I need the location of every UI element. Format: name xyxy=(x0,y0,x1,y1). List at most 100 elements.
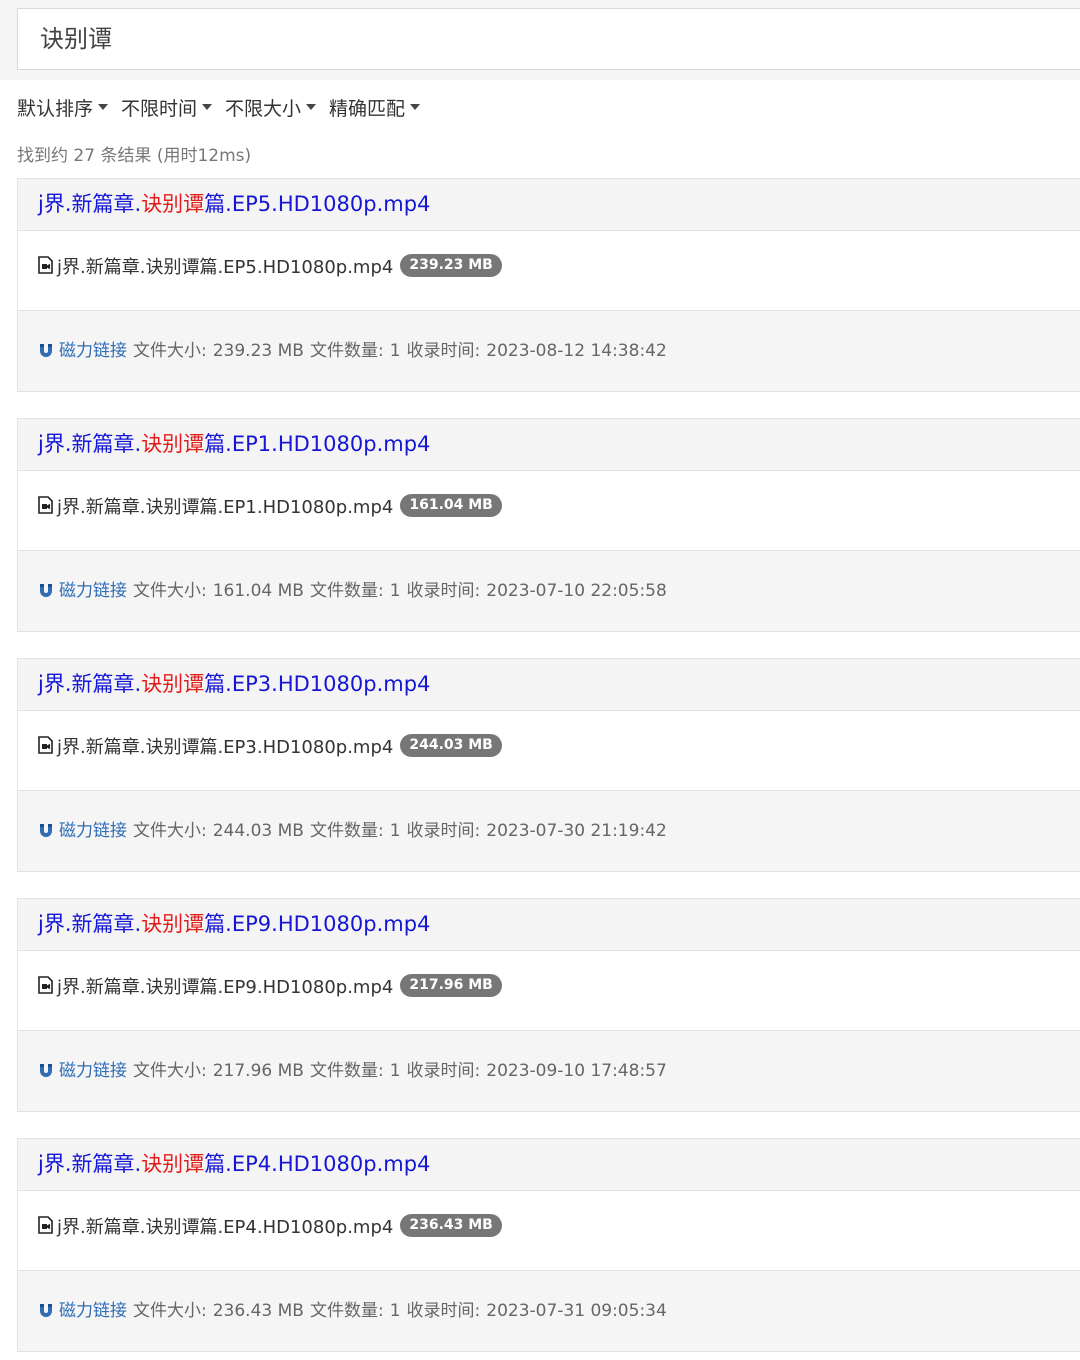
count-value: 1 xyxy=(389,1061,401,1081)
magnet-icon xyxy=(40,344,52,357)
size-badge: 236.43 MB xyxy=(400,1214,502,1237)
size-value: 236.43 MB xyxy=(212,1301,304,1321)
result-header: j界.新篇章.诀别谭篇.EP1.HD1080p.mp4 xyxy=(18,419,1080,471)
title-suffix: 篇.EP9.HD1080p.mp4 xyxy=(204,912,431,936)
magnet-link[interactable]: 磁力链接 xyxy=(59,310,127,392)
result-item: j界.新篇章.诀别谭篇.EP5.HD1080p.mp4 j界.新篇章.诀别谭篇.E… xyxy=(17,178,1080,392)
magnet-link[interactable]: 磁力链接 xyxy=(59,550,127,632)
size-badge: 217.96 MB xyxy=(400,974,502,997)
count-value: 1 xyxy=(389,341,401,361)
match-dropdown[interactable]: 精确匹配 xyxy=(329,92,421,122)
time-label: 收录时间: xyxy=(406,1301,481,1321)
caret-down-icon xyxy=(98,104,109,110)
time-label: 收录时间: xyxy=(406,341,481,361)
magnet-link[interactable]: 磁力链接 xyxy=(59,1270,127,1352)
result-header: j界.新篇章.诀别谭篇.EP4.HD1080p.mp4 xyxy=(18,1139,1080,1191)
title-prefix: j界.新篇章. xyxy=(38,432,142,456)
title-suffix: 篇.EP1.HD1080p.mp4 xyxy=(204,432,431,456)
search-input[interactable]: 诀别谭 xyxy=(17,8,1080,70)
result-item: j界.新篇章.诀别谭篇.EP3.HD1080p.mp4 j界.新篇章.诀别谭篇.E… xyxy=(17,658,1080,872)
sort-dropdown[interactable]: 默认排序 xyxy=(17,92,109,122)
search-bar: 诀别谭 xyxy=(0,0,1080,80)
time-value: 2023-07-10 22:05:58 xyxy=(486,581,667,601)
size-badge: 161.04 MB xyxy=(400,494,502,517)
title-highlight: 诀别谭 xyxy=(141,912,205,936)
time-label: 收录时间: xyxy=(406,581,481,601)
result-title-link[interactable]: j界.新篇章.诀别谭篇.EP5.HD1080p.mp4 xyxy=(38,192,430,216)
count-label: 文件数量: xyxy=(309,1301,384,1321)
time-value: 2023-07-31 09:05:34 xyxy=(486,1301,667,1321)
title-highlight: 诀别谭 xyxy=(141,672,205,696)
size-label: 文件大小: xyxy=(133,341,207,361)
filter-label: 不限时间 xyxy=(121,97,198,120)
time-dropdown[interactable]: 不限时间 xyxy=(121,92,213,122)
caret-down-icon xyxy=(202,104,213,110)
magnet-link[interactable]: 磁力链接 xyxy=(59,1030,127,1112)
count-label: 文件数量: xyxy=(309,341,384,361)
title-prefix: j界.新篇章. xyxy=(38,912,142,936)
result-title-link[interactable]: j界.新篇章.诀别谭篇.EP3.HD1080p.mp4 xyxy=(38,672,430,696)
size-label: 文件大小: xyxy=(133,1301,207,1321)
file-name: j界.新篇章.诀别谭篇.EP4.HD1080p.mp4 xyxy=(57,1217,394,1238)
result-meta: 磁力链接 文件大小: 161.04 MB 文件数量: 1 收录时间: 2023-07-10 … xyxy=(18,551,1080,631)
count-label: 文件数量: xyxy=(309,1061,384,1081)
size-dropdown[interactable]: 不限大小 xyxy=(225,92,317,122)
size-label: 文件大小: xyxy=(133,581,207,601)
title-suffix: 篇.EP4.HD1080p.mp4 xyxy=(204,1152,431,1176)
result-item: j界.新篇章.诀别谭篇.EP4.HD1080p.mp4 j界.新篇章.诀别谭篇.E… xyxy=(17,1138,1080,1352)
title-highlight: 诀别谭 xyxy=(141,432,205,456)
magnet-icon xyxy=(40,1064,52,1077)
video-file-icon xyxy=(38,496,53,514)
filter-label: 默认排序 xyxy=(17,97,94,120)
result-title-link[interactable]: j界.新篇章.诀别谭篇.EP1.HD1080p.mp4 xyxy=(38,432,430,456)
filter-bar: 默认排序 不限时间 不限大小 精确匹配 xyxy=(17,92,421,122)
result-meta: 磁力链接 文件大小: 239.23 MB 文件数量: 1 收录时间: 2023-08-12 … xyxy=(18,311,1080,391)
result-summary: 找到约 27 条结果 (用时12ms) xyxy=(17,146,252,166)
count-value: 1 xyxy=(389,821,401,841)
caret-down-icon xyxy=(410,104,421,110)
video-file-icon xyxy=(38,256,53,274)
result-meta: 磁力链接 文件大小: 217.96 MB 文件数量: 1 收录时间: 2023-09-10 … xyxy=(18,1031,1080,1111)
result-header: j界.新篇章.诀别谭篇.EP9.HD1080p.mp4 xyxy=(18,899,1080,951)
file-list: j界.新篇章.诀别谭篇.EP5.HD1080p.mp4 239.23 MB xyxy=(18,231,1080,311)
result-title-link[interactable]: j界.新篇章.诀别谭篇.EP9.HD1080p.mp4 xyxy=(38,912,430,936)
size-value: 217.96 MB xyxy=(212,1061,304,1081)
count-label: 文件数量: xyxy=(309,581,384,601)
result-title-link[interactable]: j界.新篇章.诀别谭篇.EP4.HD1080p.mp4 xyxy=(38,1152,430,1176)
magnet-icon xyxy=(40,1304,52,1317)
title-prefix: j界.新篇章. xyxy=(38,1152,142,1176)
size-badge: 239.23 MB xyxy=(400,254,502,277)
size-label: 文件大小: xyxy=(133,1061,207,1081)
title-suffix: 篇.EP3.HD1080p.mp4 xyxy=(204,672,431,696)
file-list: j界.新篇章.诀别谭篇.EP9.HD1080p.mp4 217.96 MB xyxy=(18,951,1080,1031)
result-meta: 磁力链接 文件大小: 244.03 MB 文件数量: 1 收录时间: 2023-07-30 … xyxy=(18,791,1080,871)
size-badge: 244.03 MB xyxy=(400,734,502,757)
result-header: j界.新篇章.诀别谭篇.EP3.HD1080p.mp4 xyxy=(18,659,1080,711)
count-value: 1 xyxy=(389,581,401,601)
result-item: j界.新篇章.诀别谭篇.EP9.HD1080p.mp4 j界.新篇章.诀别谭篇.E… xyxy=(17,898,1080,1112)
magnet-icon xyxy=(40,584,52,597)
magnet-link[interactable]: 磁力链接 xyxy=(59,790,127,872)
title-highlight: 诀别谭 xyxy=(141,1152,205,1176)
file-list: j界.新篇章.诀别谭篇.EP3.HD1080p.mp4 244.03 MB xyxy=(18,711,1080,791)
size-label: 文件大小: xyxy=(133,821,207,841)
results-list: j界.新篇章.诀别谭篇.EP5.HD1080p.mp4 j界.新篇章.诀别谭篇.E… xyxy=(17,178,1080,1360)
size-value: 239.23 MB xyxy=(212,341,304,361)
caret-down-icon xyxy=(306,104,317,110)
time-label: 收录时间: xyxy=(406,821,481,841)
file-list: j界.新篇章.诀别谭篇.EP1.HD1080p.mp4 161.04 MB xyxy=(18,471,1080,551)
title-suffix: 篇.EP5.HD1080p.mp4 xyxy=(204,192,431,216)
file-name: j界.新篇章.诀别谭篇.EP9.HD1080p.mp4 xyxy=(57,977,394,998)
time-value: 2023-09-10 17:48:57 xyxy=(486,1061,667,1081)
result-meta: 磁力链接 文件大小: 236.43 MB 文件数量: 1 收录时间: 2023-07-31 … xyxy=(18,1271,1080,1351)
video-file-icon xyxy=(38,736,53,754)
size-value: 161.04 MB xyxy=(212,581,304,601)
file-name: j界.新篇章.诀别谭篇.EP5.HD1080p.mp4 xyxy=(57,257,394,278)
count-value: 1 xyxy=(389,1301,401,1321)
result-header: j界.新篇章.诀别谭篇.EP5.HD1080p.mp4 xyxy=(18,179,1080,231)
file-name: j界.新篇章.诀别谭篇.EP3.HD1080p.mp4 xyxy=(57,737,394,758)
filter-label: 不限大小 xyxy=(225,97,302,120)
file-list: j界.新篇章.诀别谭篇.EP4.HD1080p.mp4 236.43 MB xyxy=(18,1191,1080,1271)
magnet-icon xyxy=(40,824,52,837)
title-highlight: 诀别谭 xyxy=(141,192,205,216)
